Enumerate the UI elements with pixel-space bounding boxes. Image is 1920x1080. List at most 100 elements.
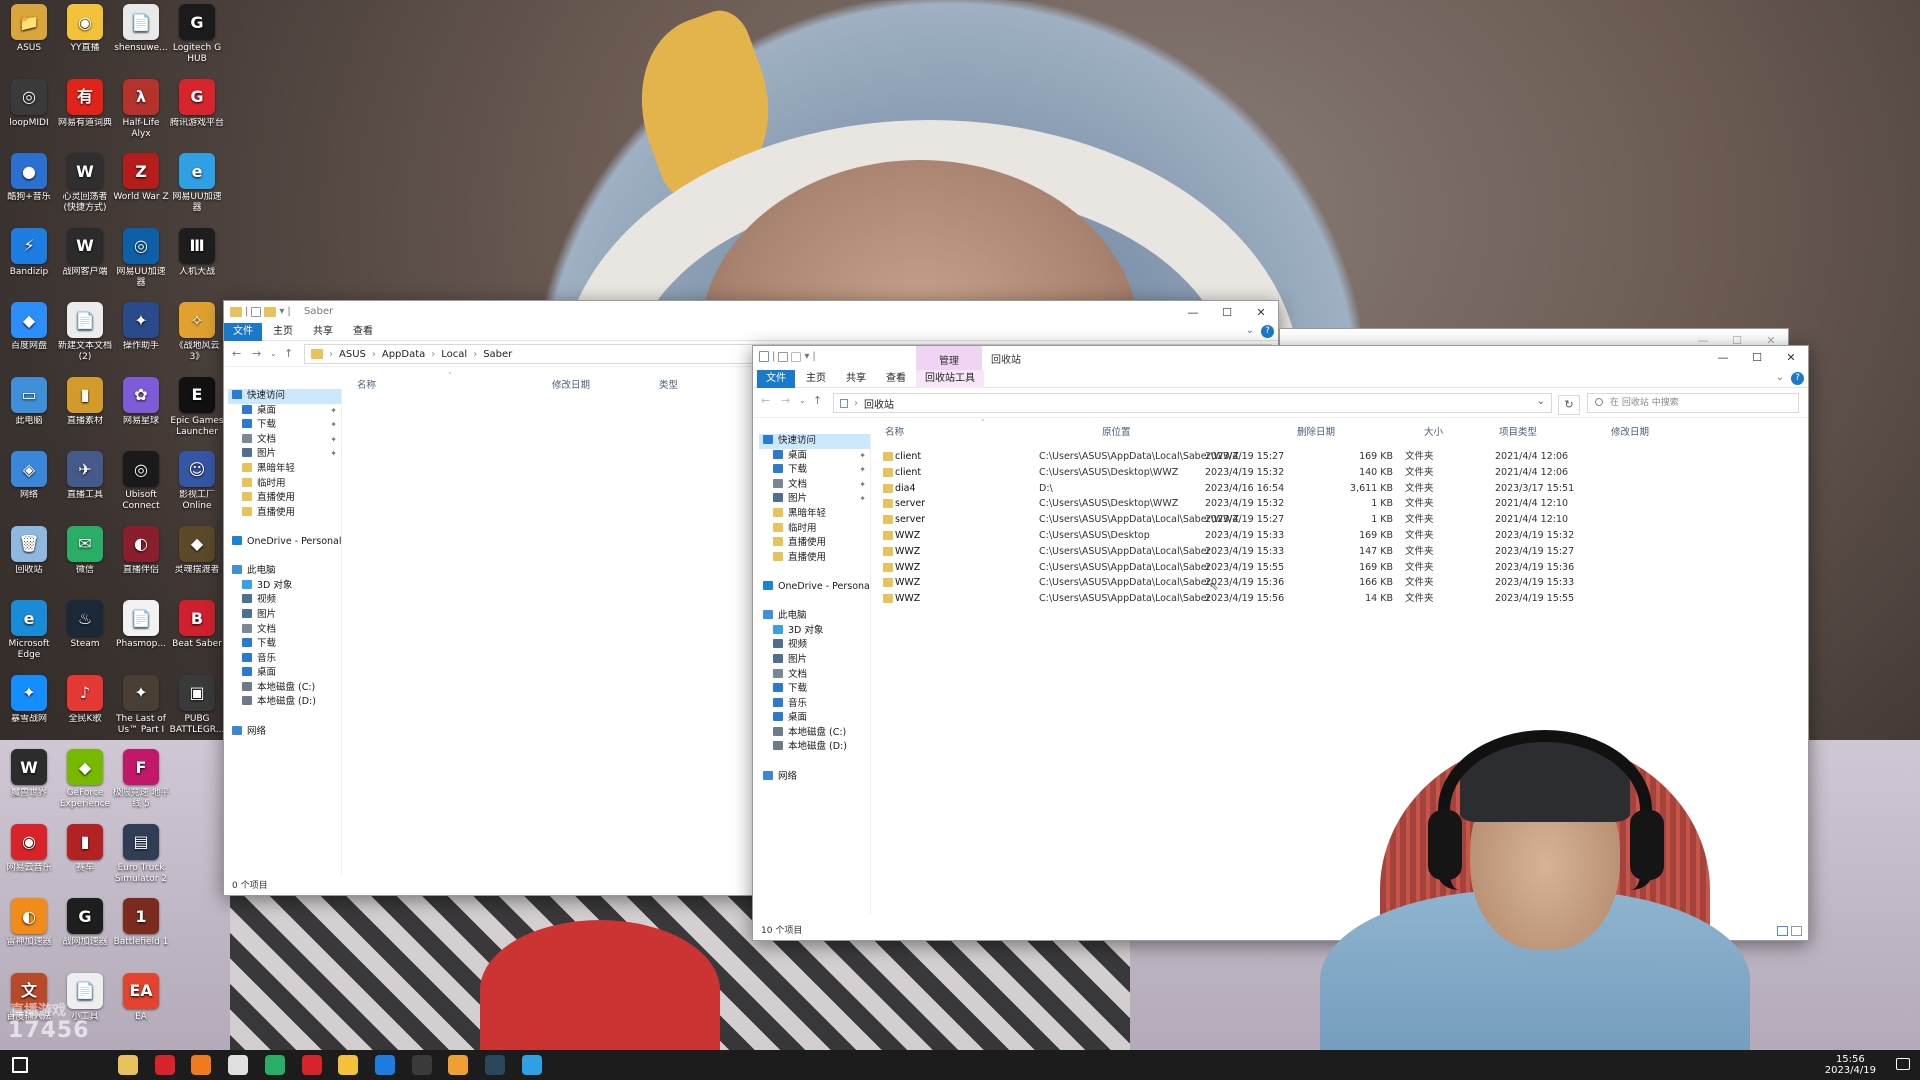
column-date-modified[interactable]: 修改日期: [1611, 424, 1649, 442]
netease-music-icon[interactable]: [154, 1055, 175, 1075]
nav-item[interactable]: 文档 ✦: [228, 433, 341, 448]
back-arrow-icon[interactable]: ←: [232, 347, 241, 360]
desktop-icon-13[interactable]: W 战网客户端: [56, 227, 114, 278]
desktop-icon-37[interactable]: ♪ 全民K歌: [56, 674, 114, 725]
back-arrow-icon[interactable]: ←: [761, 394, 770, 407]
chevron-down-icon[interactable]: ▾: [279, 306, 284, 317]
steam-icon[interactable]: [485, 1055, 505, 1075]
details-view-icon[interactable]: [1777, 926, 1788, 936]
tab-view[interactable]: 查看: [344, 323, 382, 341]
nav-item[interactable]: 此电脑: [228, 564, 341, 579]
desktop-icon-31[interactable]: ◆ 灵魂摆渡者: [168, 525, 226, 576]
obs-icon[interactable]: [411, 1055, 432, 1075]
large-icons-view-icon[interactable]: [1791, 926, 1802, 936]
nav-item[interactable]: 本地磁盘 (D:): [228, 695, 341, 710]
desktop-icon-14[interactable]: ◎ 网易UU加速器: [112, 227, 170, 289]
breadcrumb-asus[interactable]: ASUS: [339, 349, 366, 360]
column-item-type[interactable]: 项目类型: [1499, 424, 1537, 442]
desktop-icon-24[interactable]: ◈ 网络: [0, 451, 58, 501]
saber-titlebar[interactable]: | ▾ | Saber — ☐ ✕: [224, 301, 1278, 323]
nav-item[interactable]: 直播使用: [228, 506, 341, 521]
desktop-icon-3[interactable]: G Logitech G HUB: [168, 4, 226, 65]
address-bar[interactable]: › 回收站 ⌄: [833, 393, 1552, 413]
desktop-icon-2[interactable]: 📄 shensuwe...: [112, 4, 170, 54]
desktop-icon-21[interactable]: ▮ 直播素材: [56, 376, 114, 427]
file-row[interactable]: WWZ C:\Users\ASUS\AppData\Local\Saber 2023…: [883, 561, 1800, 574]
tab-file[interactable]: 文件: [224, 323, 262, 341]
refresh-icon[interactable]: ↻: [1558, 395, 1580, 415]
desktop-icon-26[interactable]: ◎ Ubisoft Connect: [112, 451, 170, 512]
system-clock[interactable]: 15:56 2023/4/19: [1825, 1054, 1876, 1076]
nav-item[interactable]: 直播使用: [759, 551, 870, 566]
new-folder-icon[interactable]: [264, 306, 277, 317]
desktop-icon-23[interactable]: E Epic Games Launcher: [168, 376, 226, 438]
desktop-icon-39[interactable]: ▣ PUBG BATTLEGR...: [168, 674, 226, 736]
column-original-location[interactable]: 原位置: [1102, 424, 1131, 442]
desktop-icon-32[interactable]: e Microsoft Edge: [0, 600, 58, 661]
desktop-icon-22[interactable]: ✿ 网易星球: [112, 376, 170, 427]
nav-item[interactable]: 视频: [759, 638, 870, 653]
file-row[interactable]: server C:\Users\ASUS\AppData\Local\Saber\…: [883, 513, 1800, 526]
nav-item[interactable]: 视频: [228, 593, 341, 608]
desktop-icon-0[interactable]: 📁 ASUS: [0, 4, 58, 54]
breadcrumb-saber[interactable]: Saber: [483, 349, 512, 360]
nav-item[interactable]: 本地磁盘 (C:): [228, 681, 341, 696]
desktop-icon-1[interactable]: ◉ YY直播: [56, 4, 114, 54]
nav-item[interactable]: 音乐: [228, 652, 341, 667]
minimize-button[interactable]: —: [1706, 346, 1740, 368]
nav-item[interactable]: 直播使用: [759, 536, 870, 551]
column-type[interactable]: 类型: [659, 377, 678, 395]
file-row[interactable]: WWZ C:\Users\ASUS\AppData\Local\Saber 2023…: [883, 576, 1800, 589]
help-icon[interactable]: ?: [1791, 372, 1804, 385]
desktop-icon-48[interactable]: ◐ 雷神加速器: [0, 898, 58, 948]
desktop-icon-19[interactable]: ✧ 《战地风云 3》: [168, 302, 226, 363]
address-dropdown-icon[interactable]: ⌄: [1537, 396, 1545, 407]
nav-item[interactable]: 文档: [759, 668, 870, 683]
maximize-button[interactable]: ☐: [1740, 346, 1774, 368]
nav-item[interactable]: 图片 ✦: [759, 492, 870, 507]
tab-recycle-bin-tools[interactable]: 回收站工具: [916, 370, 984, 388]
start-menu-icon[interactable]: [12, 1057, 28, 1073]
nav-item[interactable]: 3D 对象: [228, 579, 341, 594]
nav-item[interactable]: 直播使用: [228, 491, 341, 506]
properties-icon[interactable]: [251, 306, 262, 317]
breadcrumb-recycle-bin[interactable]: 回收站: [864, 396, 894, 411]
desktop-icon-41[interactable]: ◆ GeForce Experience: [56, 749, 114, 810]
desktop-icon-38[interactable]: ✦ The Last of Us™ Part I: [112, 674, 170, 736]
nav-item[interactable]: 下载 ✦: [759, 463, 870, 478]
desktop-icon-50[interactable]: 1 Battlefield 1: [112, 898, 170, 948]
column-modified[interactable]: 修改日期: [552, 377, 590, 395]
nav-item[interactable]: 桌面: [228, 666, 341, 681]
desktop-icon-11[interactable]: e 网易UU加速器: [168, 153, 226, 214]
breadcrumb-appdata[interactable]: AppData: [382, 349, 425, 360]
notification-icon[interactable]: [1896, 1058, 1910, 1070]
new-folder-icon[interactable]: [791, 351, 802, 362]
yy-icon[interactable]: [338, 1055, 359, 1075]
file-row[interactable]: dia4 D:\ 2023/4/16 16:54 3,611 KB 文件夹 2023/3/…: [883, 482, 1800, 495]
nav-item[interactable]: OneDrive - Personal: [759, 580, 870, 595]
nav-item[interactable]: 图片 ✦: [228, 447, 341, 462]
nav-item[interactable]: 黑暗年轻: [759, 507, 870, 522]
nav-item[interactable]: 本地磁盘 (D:): [759, 740, 870, 755]
desktop-icon-25[interactable]: ✈ 直播工具: [56, 451, 114, 501]
live-icon[interactable]: [301, 1055, 322, 1075]
desktop-icon-6[interactable]: λ Half-Life Alyx: [112, 78, 170, 140]
maximize-button[interactable]: ☐: [1210, 301, 1244, 323]
desktop-icon-4[interactable]: ◎ loopMIDI: [0, 78, 58, 129]
desktop-icon-40[interactable]: W 魔兽世界: [0, 749, 58, 799]
nav-item[interactable]: 桌面 ✦: [228, 404, 341, 419]
minimize-button[interactable]: —: [1176, 301, 1210, 323]
desktop-icon-18[interactable]: ✦ 操作助手: [112, 302, 170, 352]
file-explorer-icon[interactable]: [118, 1055, 138, 1075]
help-icon[interactable]: ?: [1261, 325, 1274, 338]
desktop-icon-54[interactable]: EA EA: [112, 972, 170, 1023]
recent-chevron-icon[interactable]: ⌄: [270, 349, 277, 358]
up-arrow-icon[interactable]: ↑: [813, 394, 822, 407]
tab-home[interactable]: 主页: [264, 323, 302, 341]
column-name[interactable]: 名称: [357, 377, 376, 395]
desktop-icon-28[interactable]: 🗑 回收站: [0, 525, 58, 576]
breadcrumb-local[interactable]: Local: [441, 349, 467, 360]
desktop-icon-33[interactable]: ♨ Steam: [56, 600, 114, 650]
recycle-titlebar[interactable]: | ▾ | 管理 回收站 — ☐ ✕: [753, 346, 1808, 382]
chevron-down-icon[interactable]: ▾: [804, 351, 809, 362]
